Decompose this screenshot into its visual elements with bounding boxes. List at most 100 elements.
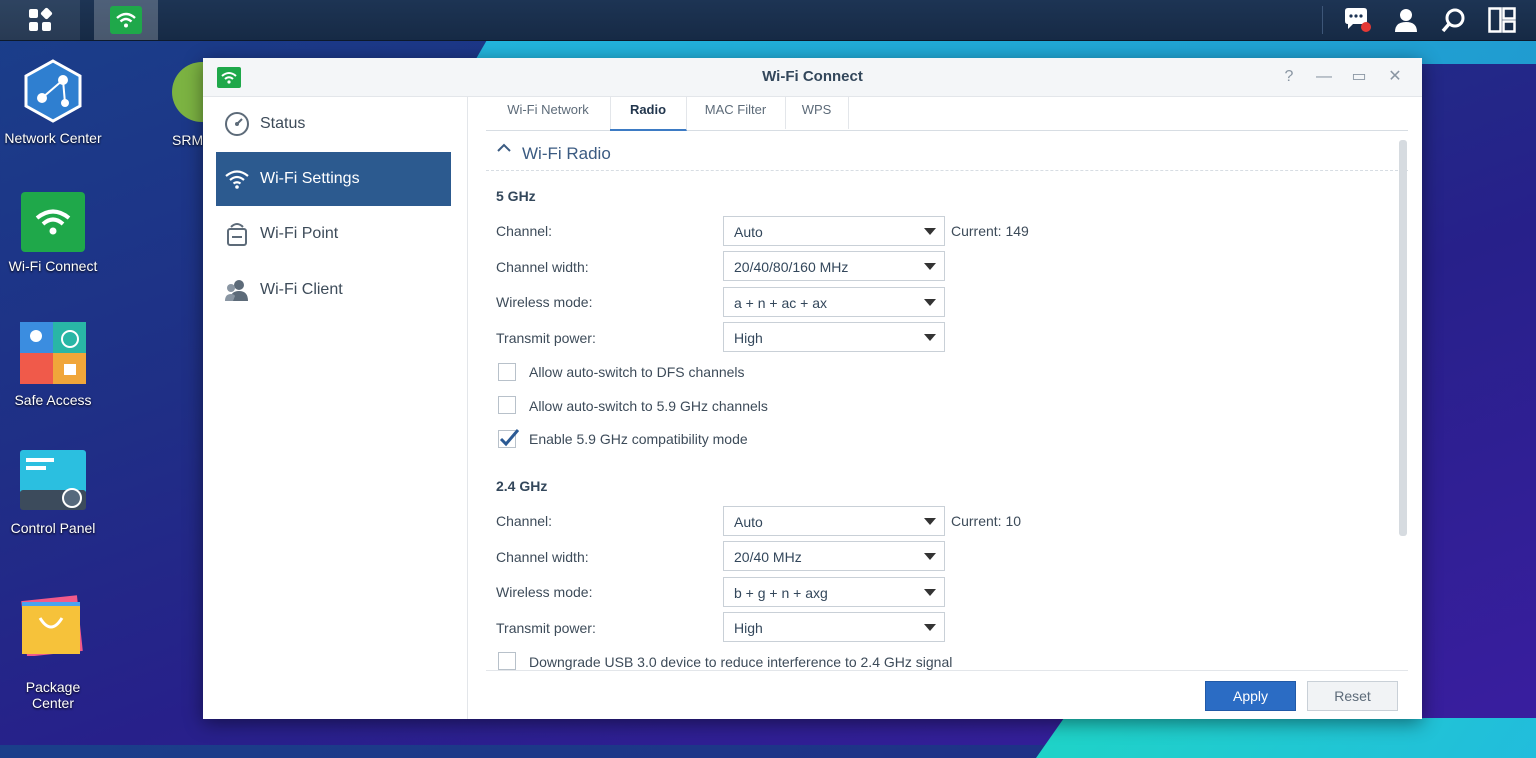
wireless-mode-select-24ghz[interactable]: b + g + n + axg (723, 577, 945, 607)
reset-button[interactable]: Reset (1307, 681, 1398, 711)
desktop-icon-package-center[interactable]: Package Center (0, 575, 106, 727)
sidebar-item-label: Status (260, 115, 306, 132)
tab-wps[interactable]: WPS (785, 97, 849, 129)
search-icon (1441, 8, 1465, 33)
desktop-icon-wifi-connect[interactable]: Wi-Fi Connect (0, 192, 106, 274)
safe-access-icon (20, 320, 86, 386)
sidebar-item-wifi-client[interactable]: Wi-Fi Client (216, 263, 451, 317)
desktop-icon-label: Network Center (4, 130, 102, 146)
dropdown-arrow-icon (924, 589, 936, 596)
users-icon (224, 277, 250, 303)
desktop-icon-safe-access[interactable]: Safe Access (0, 320, 106, 408)
field-label: Wireless mode: (496, 294, 593, 310)
widgets-button[interactable] (1478, 0, 1526, 40)
package-center-icon (20, 591, 86, 657)
dropdown-arrow-icon (924, 518, 936, 525)
minimize-button[interactable]: — (1314, 67, 1334, 87)
section-title: Wi-Fi Radio (522, 144, 611, 163)
chevron-up-icon (497, 143, 511, 152)
select-value: High (734, 330, 763, 346)
select-value: Auto (734, 224, 763, 240)
checkbox-label: Allow auto-switch to 5.9 GHz channels (529, 398, 768, 414)
sidebar-item-status[interactable]: Status (216, 97, 451, 151)
select-value: Auto (734, 514, 763, 530)
compat-mode-checkbox[interactable] (498, 429, 520, 448)
help-button[interactable]: ? (1279, 67, 1299, 87)
tab-mac-filter[interactable]: MAC Filter (686, 97, 786, 129)
dropdown-arrow-icon (924, 334, 936, 341)
dropdown-arrow-icon (924, 228, 936, 235)
user-icon (1395, 9, 1417, 32)
window-titlebar[interactable]: Wi-Fi Connect ? — ▭ ✕ (203, 58, 1422, 97)
sidebar: Status Wi-Fi Settings Wi-Fi Point Wi-Fi … (203, 97, 468, 719)
desktop-wallpaper-stripe (1035, 718, 1536, 758)
field-label: Channel width: (496, 259, 589, 275)
radio-settings-panel: Wi-Fi Radio 5 GHz Channel: Auto Current:… (486, 130, 1408, 670)
main-menu-button[interactable] (0, 0, 80, 40)
field-label: Channel: (496, 223, 553, 239)
tab-bar: Wi-Fi Network Radio MAC Filter WPS (486, 97, 1408, 131)
desktop-icon-label: Control Panel (10, 520, 96, 536)
checkbox-label: Downgrade USB 3.0 device to reduce inter… (529, 654, 953, 670)
widgets-icon (1488, 7, 1516, 33)
wireless-mode-select-5ghz[interactable]: a + n + ac + ax (723, 287, 945, 317)
dropdown-arrow-icon (924, 299, 936, 306)
sidebar-item-wifi-point[interactable]: Wi-Fi Point (216, 207, 451, 261)
auto-switch-59ghz-checkbox[interactable] (498, 396, 516, 414)
current-channel-24ghz: Current: 10 (951, 513, 1022, 529)
window-footer: Apply Reset (486, 670, 1408, 720)
band-title-24ghz: 2.4 GHz (496, 478, 548, 494)
taskbar (0, 0, 1536, 41)
sidebar-item-label: Wi-Fi Point (260, 225, 339, 242)
sidebar-item-label: Wi-Fi Settings (260, 170, 360, 187)
current-channel-5ghz: Current: 149 (951, 223, 1029, 239)
apply-button[interactable]: Apply (1205, 681, 1296, 711)
band-title-5ghz: 5 GHz (496, 188, 536, 204)
checkbox-label: Enable 5.9 GHz compatibility mode (529, 431, 748, 447)
select-value: High (734, 620, 763, 636)
close-button[interactable]: ✕ (1385, 67, 1405, 87)
gauge-icon (224, 111, 250, 137)
channel-select-24ghz[interactable]: Auto (723, 506, 945, 536)
transmit-power-select-5ghz[interactable]: High (723, 322, 945, 352)
usb-downgrade-checkbox[interactable] (498, 652, 516, 670)
channel-width-select-5ghz[interactable]: 20/40/80/160 MHz (723, 251, 945, 281)
field-label: Channel: (496, 513, 553, 529)
scrollbar[interactable] (1399, 140, 1407, 536)
router-icon (224, 221, 250, 247)
tab-wifi-network[interactable]: Wi-Fi Network (486, 97, 611, 129)
dropdown-arrow-icon (924, 263, 936, 270)
tab-radio[interactable]: Radio (610, 97, 687, 131)
section-header[interactable]: Wi-Fi Radio (486, 130, 1408, 171)
search-button[interactable] (1430, 0, 1478, 40)
field-label: Channel width: (496, 549, 589, 565)
notifications-button[interactable] (1333, 0, 1381, 40)
grid-icon (29, 7, 53, 31)
dropdown-arrow-icon (924, 553, 936, 560)
select-value: 20/40 MHz (734, 549, 802, 565)
channel-width-select-24ghz[interactable]: 20/40 MHz (723, 541, 945, 571)
desktop-icon-label: Wi-Fi Connect (8, 258, 98, 274)
checkmark-icon (498, 429, 520, 448)
select-value: a + n + ac + ax (734, 295, 828, 311)
select-value: b + g + n + axg (734, 585, 828, 601)
channel-select-5ghz[interactable]: Auto (723, 216, 945, 246)
dfs-checkbox[interactable] (498, 363, 516, 381)
taskbar-divider (1322, 6, 1323, 34)
desktop-icon-network-center[interactable]: Network Center (0, 58, 106, 146)
sidebar-item-wifi-settings[interactable]: Wi-Fi Settings (216, 152, 451, 206)
network-center-icon (20, 58, 86, 124)
desktop-icon-control-panel[interactable]: Control Panel (0, 448, 106, 536)
taskbar-wifi-connect[interactable] (94, 0, 158, 40)
field-label: Transmit power: (496, 330, 596, 346)
desktop-icon-label: Package Center (25, 679, 81, 711)
transmit-power-select-24ghz[interactable]: High (723, 612, 945, 642)
control-panel-icon (20, 448, 86, 514)
chat-notification-icon (1345, 8, 1371, 32)
wifi-icon (110, 6, 142, 34)
checkbox-label: Allow auto-switch to DFS channels (529, 364, 745, 380)
user-button[interactable] (1382, 0, 1430, 40)
maximize-button[interactable]: ▭ (1349, 67, 1369, 87)
sidebar-item-label: Wi-Fi Client (260, 281, 343, 298)
wifi-icon (224, 166, 250, 192)
